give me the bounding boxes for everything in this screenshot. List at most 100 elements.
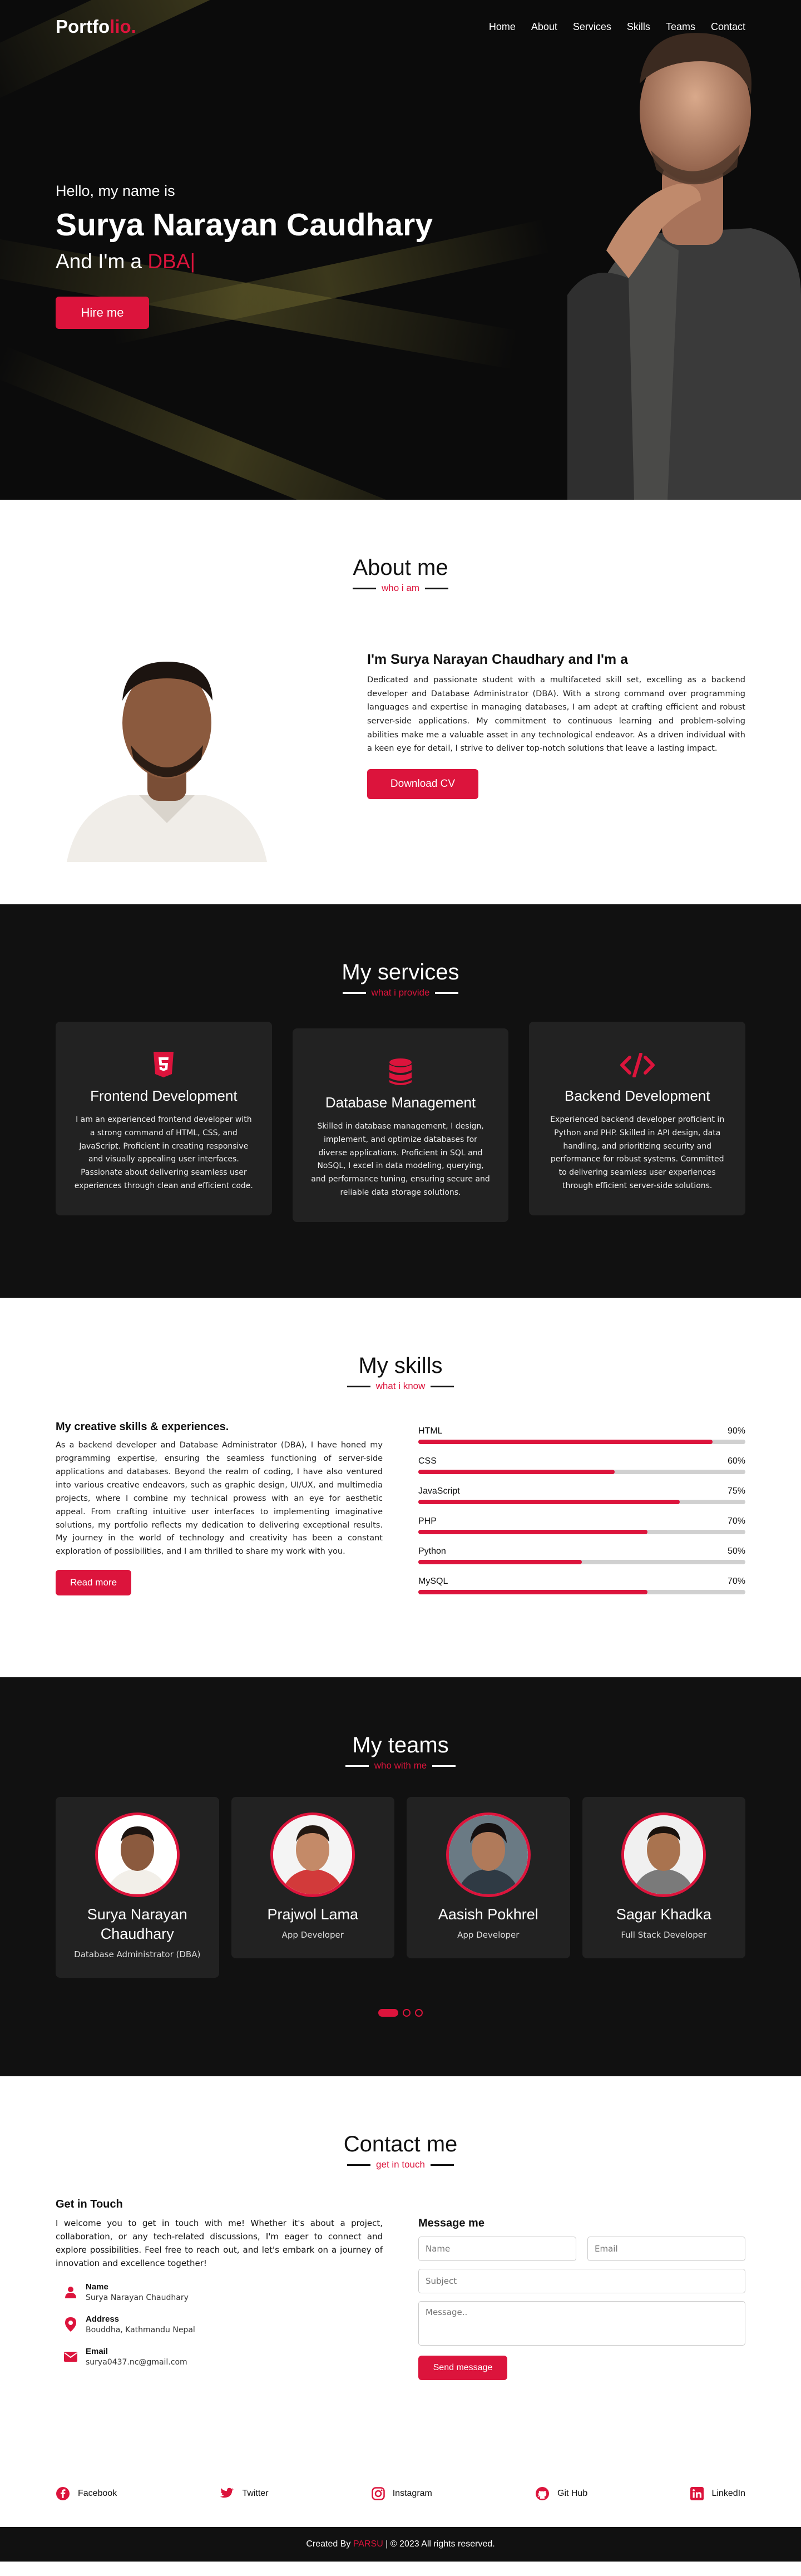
- skill-bar-css: CSS 60%: [418, 1456, 745, 1474]
- about-heading: I'm Surya Narayan Chaudhary and I'm a: [367, 652, 628, 667]
- contact-info-name: Name Surya Narayan Chaudhary: [56, 2282, 383, 2302]
- contact-info-email: Email surya0437.nc@gmail.com: [56, 2347, 383, 2367]
- services-title: My services: [342, 960, 459, 984]
- logo[interactable]: Portfolio.: [56, 16, 136, 37]
- skill-bar-fill: [418, 1590, 647, 1594]
- skill-bars: HTML 90% CSS 60% JavaScript 75% PHP 70% Pyth…: [418, 1421, 745, 1607]
- member-name: Aasish Pokhrel: [438, 1906, 538, 1923]
- avatar: [446, 1812, 531, 1897]
- teams-title: My teams: [352, 1733, 449, 1757]
- skill-bar-html: HTML 90%: [418, 1426, 745, 1444]
- nav-contact[interactable]: Contact: [711, 21, 745, 33]
- nav-menu: Home About Services Skills Teams Contact: [489, 21, 745, 33]
- name-input[interactable]: [418, 2237, 576, 2261]
- skills-section: My skills what i know My creative skills…: [0, 1298, 801, 1677]
- message-input[interactable]: [418, 2301, 745, 2346]
- download-cv-button[interactable]: Download CV: [367, 769, 478, 799]
- social-linkedin[interactable]: LinkedIn: [690, 2487, 745, 2500]
- skill-bar-python: Python 50%: [418, 1546, 745, 1564]
- member-name: Surya Narayan Chaudhary: [87, 1906, 187, 1943]
- twitter-icon: [220, 2488, 234, 2498]
- team-card[interactable]: Prajwol Lama App Developer: [231, 1797, 394, 1958]
- skill-bar-fill: [418, 1470, 615, 1474]
- social-twitter[interactable]: Twitter: [220, 2488, 269, 2500]
- social-github[interactable]: Git Hub: [535, 2486, 587, 2501]
- skill-bar-javascript: JavaScript 75%: [418, 1486, 745, 1504]
- team-card[interactable]: Sagar Khadka Full Stack Developer: [582, 1797, 745, 1958]
- instagram-icon: [371, 2487, 385, 2500]
- skill-bar-fill: [418, 1500, 680, 1504]
- about-section: About me who i am I'm Surya Narayan Chau…: [0, 500, 801, 904]
- social-facebook[interactable]: Facebook: [56, 2486, 117, 2501]
- skill-bar-fill: [418, 1530, 647, 1534]
- email-input[interactable]: [587, 2237, 745, 2261]
- skill-bar-fill: [418, 1440, 713, 1444]
- github-icon: [536, 2487, 550, 2500]
- teams-subtitle: who with me: [56, 1760, 745, 1771]
- facebook-icon: [56, 2487, 70, 2500]
- user-icon: [56, 2286, 86, 2298]
- skills-title: My skills: [358, 1353, 443, 1378]
- teams-section: My teams who with me Surya Narayan Chaud…: [0, 1677, 801, 2076]
- form-heading: Message me: [418, 2217, 484, 2229]
- hire-me-button[interactable]: Hire me: [56, 297, 149, 329]
- footer: Created By PARSU | © 2023 All rights res…: [0, 2527, 801, 2562]
- about-text: Dedicated and passionate student with a …: [367, 676, 745, 753]
- service-card-frontend[interactable]: Frontend Development I am an experienced…: [56, 1022, 272, 1215]
- service-text: I am an experienced frontend developer w…: [74, 1115, 253, 1190]
- hero-section: Hello, my name is Surya Narayan Caudhary…: [0, 0, 801, 500]
- member-name: Prajwol Lama: [267, 1906, 359, 1923]
- code-icon: [546, 1050, 729, 1081]
- hero-name: Surya Narayan Caudhary: [56, 207, 433, 243]
- services-subtitle: what i provide: [56, 987, 745, 998]
- envelope-icon: [56, 2352, 86, 2362]
- contact-heading: Get in Touch: [56, 2198, 123, 2210]
- carousel-dot[interactable]: [403, 2008, 411, 2017]
- database-icon: [309, 1056, 492, 1087]
- nav-about[interactable]: About: [531, 21, 557, 33]
- nav-home[interactable]: Home: [489, 21, 516, 33]
- avatar: [95, 1812, 180, 1897]
- contact-section: Contact me get in touch Get in Touch I w…: [0, 2076, 801, 2444]
- hero-intro: Hello, my name is Surya Narayan Caudhary…: [56, 183, 433, 329]
- hero-greeting: Hello, my name is: [56, 183, 175, 199]
- avatar: [270, 1812, 355, 1897]
- nav-skills[interactable]: Skills: [627, 21, 650, 33]
- hero-portrait: [567, 33, 801, 500]
- service-card-backend[interactable]: Backend Development Experienced backend …: [529, 1022, 746, 1215]
- footer-author-link[interactable]: PARSU: [353, 2539, 383, 2549]
- light-beam: [0, 346, 471, 500]
- member-role: Database Administrator (DBA): [74, 1949, 201, 1960]
- skill-bar-mysql: MySQL 70%: [418, 1577, 745, 1594]
- contact-title: Contact me: [343, 2132, 458, 2156]
- nav-teams[interactable]: Teams: [666, 21, 695, 33]
- linkedin-icon: [690, 2487, 704, 2500]
- contact-form: Message me Send message: [418, 2198, 745, 2380]
- about-subtitle: who i am: [56, 583, 745, 594]
- skills-text: As a backend developer and Database Admi…: [56, 1441, 383, 1557]
- skills-heading: My creative skills & experiences.: [56, 1421, 229, 1433]
- skill-bar-php: PHP 70%: [418, 1516, 745, 1534]
- service-title: Frontend Development: [90, 1087, 238, 1104]
- contact-subtitle: get in touch: [56, 2159, 745, 2170]
- member-role: Full Stack Developer: [621, 1930, 707, 1940]
- carousel-dot[interactable]: [378, 2008, 398, 2017]
- nav-services[interactable]: Services: [573, 21, 611, 33]
- carousel-dots: [56, 2008, 745, 2017]
- team-card[interactable]: Aasish Pokhrel App Developer: [407, 1797, 570, 1958]
- read-more-button[interactable]: Read more: [56, 1570, 131, 1596]
- service-card-database[interactable]: Database Management Skilled in database …: [292, 1028, 509, 1222]
- social-links: Facebook Twitter Instagram Git Hub Linke…: [0, 2444, 801, 2527]
- location-icon: [56, 2317, 86, 2332]
- html5-icon: [72, 1050, 255, 1081]
- send-message-button[interactable]: Send message: [418, 2356, 507, 2380]
- service-title: Backend Development: [564, 1087, 710, 1104]
- subject-input[interactable]: [418, 2269, 745, 2293]
- team-card[interactable]: Surya Narayan Chaudhary Database Adminis…: [56, 1797, 219, 1978]
- social-instagram[interactable]: Instagram: [371, 2487, 432, 2500]
- contact-info-address: Address Bouddha, Kathmandu Nepal: [56, 2314, 383, 2334]
- member-role: App Developer: [457, 1930, 520, 1940]
- service-text: Experienced backend developer proficient…: [550, 1115, 725, 1190]
- contact-text: I welcome you to get in touch with me! W…: [56, 2218, 383, 2268]
- carousel-dot[interactable]: [415, 2008, 423, 2017]
